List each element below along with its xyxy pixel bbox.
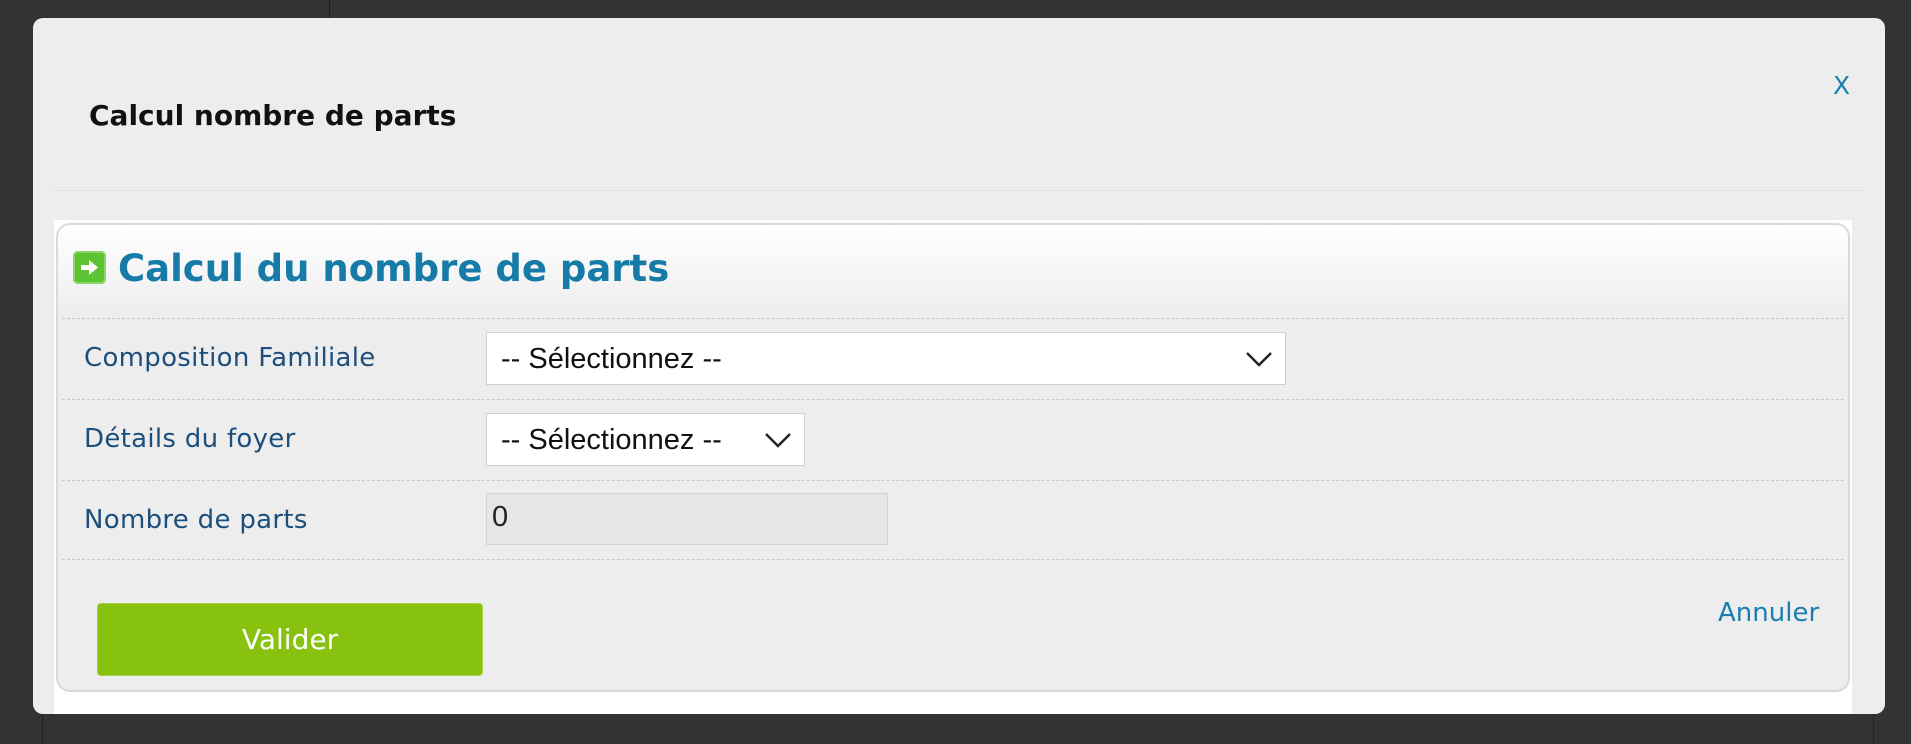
chevron-down-icon xyxy=(1246,352,1272,367)
panel-header: Calcul du nombre de parts xyxy=(58,225,1848,318)
composition-select[interactable]: -- Sélectionnez -- xyxy=(486,332,1286,385)
form-footer-divider xyxy=(62,559,1844,560)
form-row-parts: Nombre de parts 0 xyxy=(62,480,1844,561)
modal-dialog: Calcul nombre de parts X Calcul du nombr… xyxy=(33,18,1885,714)
details-select[interactable]: -- Sélectionnez -- xyxy=(486,413,805,466)
parts-value-field: 0 xyxy=(486,493,888,545)
modal-title: Calcul nombre de parts xyxy=(89,99,457,132)
background-divider xyxy=(329,0,330,20)
arrow-right-icon xyxy=(73,251,106,284)
chevron-down-icon xyxy=(765,433,791,448)
background-edge-right xyxy=(1873,714,1874,744)
close-button[interactable]: X xyxy=(1833,70,1850,102)
submit-button[interactable]: Valider xyxy=(97,603,483,676)
composition-select-value: -- Sélectionnez -- xyxy=(501,343,722,375)
modal-header: Calcul nombre de parts X xyxy=(53,18,1865,191)
cancel-link[interactable]: Annuler xyxy=(1718,598,1819,628)
background-edge-left xyxy=(42,714,43,744)
details-label: Détails du foyer xyxy=(84,424,296,454)
form-row-composition: Composition Familiale -- Sélectionnez -- xyxy=(62,318,1844,399)
form-row-details: Détails du foyer -- Sélectionnez -- xyxy=(62,399,1844,480)
details-select-value: -- Sélectionnez -- xyxy=(501,424,722,456)
composition-label: Composition Familiale xyxy=(84,343,376,373)
parts-label: Nombre de parts xyxy=(84,505,308,535)
panel-title: Calcul du nombre de parts xyxy=(118,247,670,290)
